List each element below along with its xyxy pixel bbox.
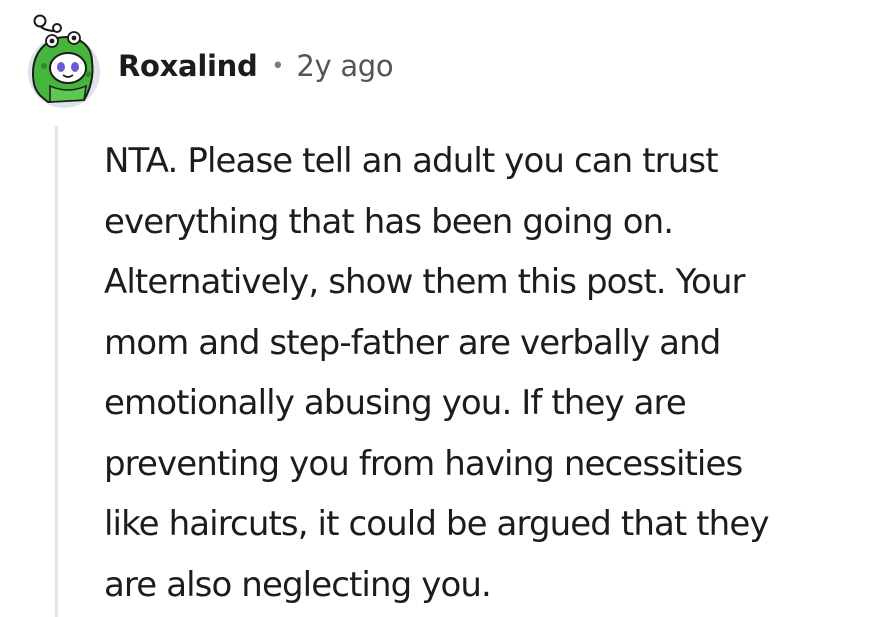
meta-separator: • (271, 53, 285, 79)
comment-body-line: mom and step-father are verbally and (104, 322, 721, 363)
comment-body-line: like haircuts, it could be argued that t… (104, 504, 769, 544)
comment-header: Roxalind • 2y ago (118, 44, 394, 88)
author-username[interactable]: Roxalind (118, 49, 258, 83)
comment-body-line: are also neglecting you. (104, 564, 492, 605)
comment-body-line: NTA. Please tell an adult you can trust (104, 141, 719, 181)
snoo-avatar-icon (28, 14, 100, 108)
comment-body-line: preventing you from having necessities (104, 443, 743, 484)
comment-body-line: Alternatively, show them this post. Your (104, 262, 746, 302)
avatar[interactable] (18, 14, 114, 110)
comment-body: NTA. Please tell an adult you can trust … (104, 131, 874, 615)
comment: Roxalind • 2y ago NTA. Please tell an ad… (0, 0, 885, 617)
comment-timestamp[interactable]: 2y ago (296, 49, 393, 83)
comment-body-line: emotionally abusing you. If they are (104, 383, 687, 423)
comment-body-line: everything that has been going on. (104, 201, 674, 242)
thread-collapse-line[interactable] (55, 126, 58, 617)
